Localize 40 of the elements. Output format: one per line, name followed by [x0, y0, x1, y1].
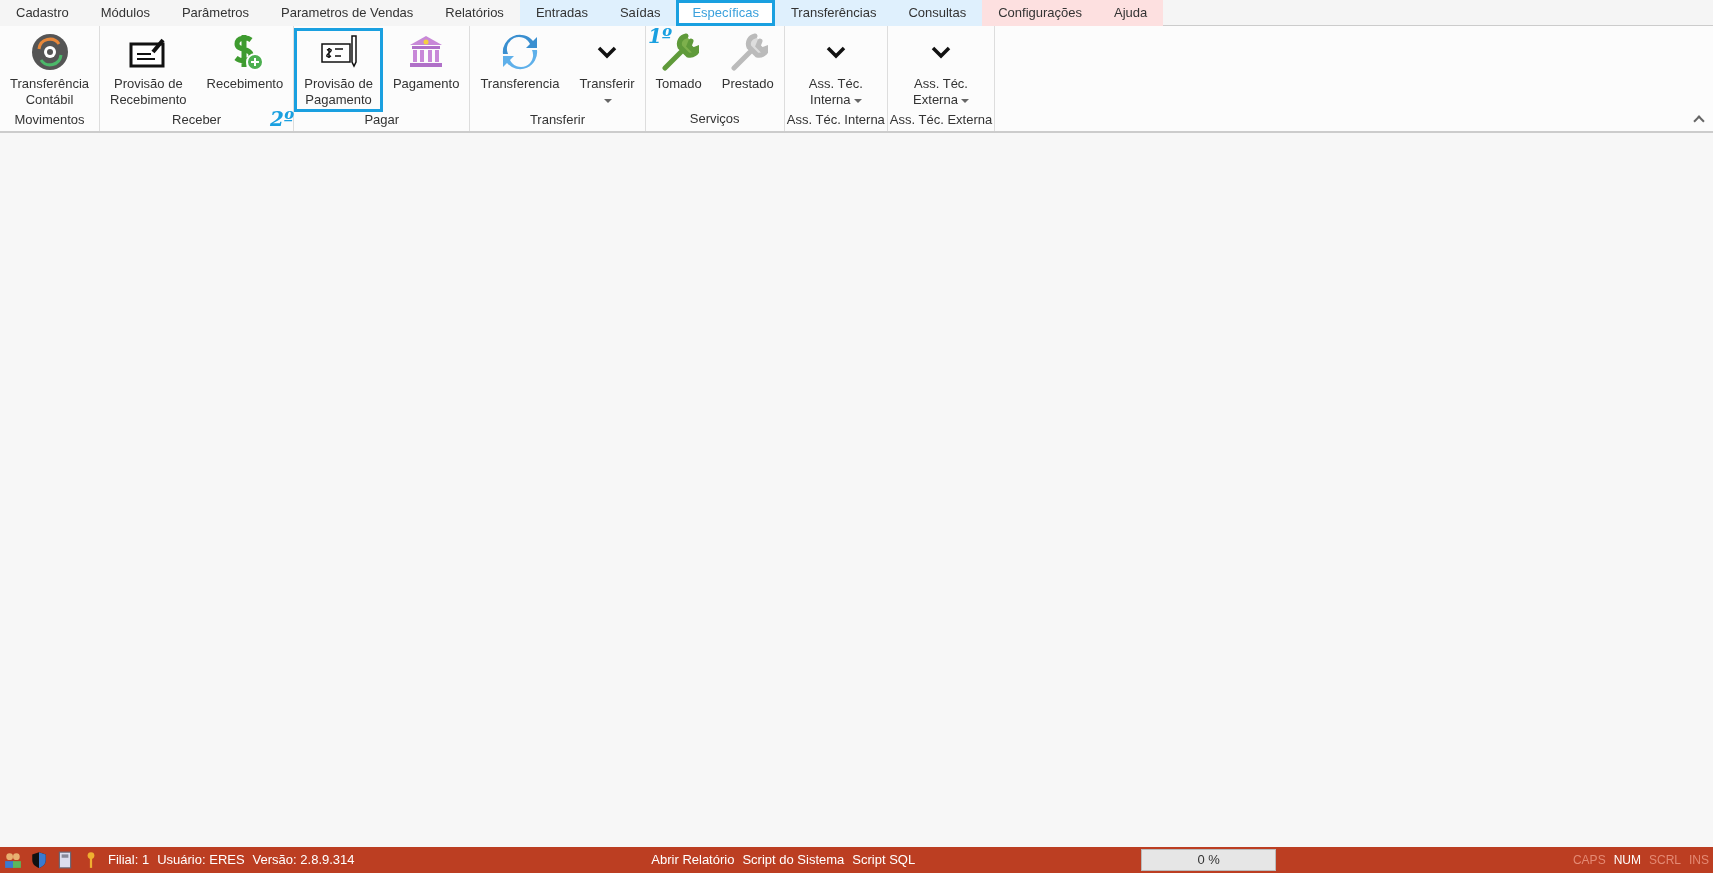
ribbon-button[interactable]: Ass. Téc. Interna — [800, 30, 871, 110]
group-label: Movimentos — [14, 112, 85, 127]
ribbon-button[interactable]: Provisão de Recebimento — [102, 30, 195, 110]
key-indicator: NUM — [1613, 852, 1641, 869]
ribbon-button[interactable]: Provisão de Pagamento — [296, 30, 381, 110]
shield-icon[interactable] — [30, 851, 48, 869]
ribbon-button[interactable]: Transferencia — [472, 30, 568, 94]
ribbon-button[interactable]: Pagamento — [384, 30, 468, 94]
group-label: Receber — [172, 112, 222, 127]
ribbon-button[interactable]: Transferência Contábil — [2, 30, 97, 110]
status-link[interactable]: Script do Sistema — [742, 850, 845, 870]
status-text: Usuário: ERES — [157, 851, 245, 870]
progress-bar: 0 % — [1141, 849, 1277, 871]
menu-tab[interactable]: Entradas — [519, 0, 604, 26]
group-label: Ass. Téc. Externa — [889, 112, 993, 127]
status-text: Filial: 1 — [108, 851, 150, 870]
menu-tab[interactable]: Configurações — [982, 0, 1099, 26]
key-indicator: SCRL — [1648, 852, 1681, 869]
calculator-icon[interactable] — [56, 851, 74, 869]
annotation-label: 1º — [648, 26, 672, 46]
group-label: Transferir — [529, 112, 585, 127]
users-icon[interactable] — [4, 851, 22, 869]
status-link[interactable]: Abrir Relatório — [651, 850, 735, 870]
key-indicator: CAPS — [1572, 852, 1606, 869]
coin-icon — [29, 32, 70, 72]
ribbon-button[interactable]: Transferir — [571, 30, 643, 110]
ribbon-button[interactable]: Recebimento — [198, 30, 292, 94]
menu-tab[interactable]: Transferências — [774, 0, 893, 26]
group-label: Ass. Téc. Interna — [786, 112, 885, 127]
status-link[interactable]: Script SQL — [852, 850, 916, 870]
status-text: Versão: 2.8.9.314 — [252, 851, 355, 870]
ribbon-button[interactable]: Prestado — [713, 30, 782, 94]
menu-tab[interactable]: Saídas — [603, 0, 677, 26]
annotation-label: 2º — [270, 109, 294, 129]
ribbon-button[interactable]: Ass. Téc. Externa — [905, 30, 977, 110]
menu-tab[interactable]: Ajuda — [1098, 0, 1164, 26]
key-indicator: INS — [1689, 852, 1709, 869]
group-label: Pagar — [364, 112, 400, 127]
menu-tab[interactable]: Consultas — [892, 0, 983, 26]
group-label: Serviços — [689, 110, 740, 126]
